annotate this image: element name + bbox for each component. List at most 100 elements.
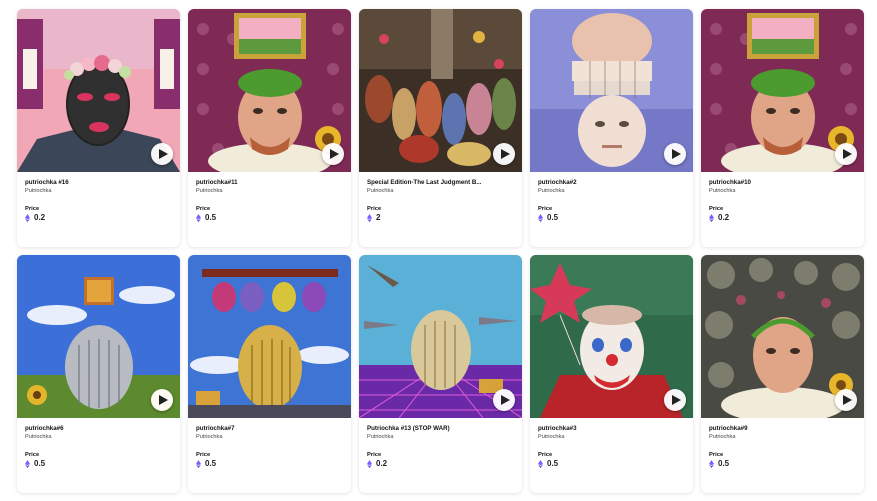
eth-icon (709, 460, 714, 468)
nft-title[interactable]: putriochka#3 (538, 425, 668, 433)
price-label: Price (25, 206, 40, 212)
nft-title[interactable]: putriochka#6 (25, 425, 155, 433)
price-row: 0.2 (367, 459, 514, 469)
nft-artwork[interactable] (359, 9, 522, 172)
play-icon (843, 395, 852, 405)
price-row: 0.5 (196, 459, 343, 469)
nft-artwork[interactable] (188, 9, 351, 172)
eth-icon (367, 214, 372, 222)
price-row: 0.5 (196, 213, 343, 223)
play-icon (672, 149, 681, 159)
nft-title[interactable]: putriochka#10 (709, 179, 839, 187)
nft-creator[interactable]: Putriochka (538, 433, 685, 441)
eth-icon (25, 214, 30, 222)
nft-artwork[interactable] (17, 255, 180, 418)
nft-card[interactable]: putriochka#6 Putriochka Price 0.5 (17, 255, 180, 493)
eth-icon (709, 214, 714, 222)
price-value: 0.5 (205, 213, 217, 222)
play-icon (843, 149, 852, 159)
nft-title[interactable]: Special Edition-The Last Judgment B... (367, 179, 497, 187)
nft-card[interactable]: putriochka#10 Putriochka Price 0.2 (701, 9, 864, 247)
price-label: Price (196, 452, 211, 458)
price-row: 0.5 (538, 459, 685, 469)
nft-artwork[interactable] (188, 255, 351, 418)
nft-creator[interactable]: Putriochka (709, 187, 856, 195)
nft-artwork[interactable] (530, 255, 693, 418)
play-button[interactable] (493, 389, 515, 411)
price-label: Price (196, 206, 211, 212)
nft-card[interactable]: putriochka#7 Putriochka Price 0.5 (188, 255, 351, 493)
play-icon (159, 395, 168, 405)
price-label: Price (709, 452, 724, 458)
eth-icon (196, 460, 201, 468)
eth-icon (367, 460, 372, 468)
eth-icon (538, 214, 543, 222)
nft-title[interactable]: putriochka #16 (25, 179, 155, 187)
nft-title[interactable]: Putriochka #13 (STOP WAR) (367, 425, 497, 433)
nft-creator[interactable]: Putriochka (367, 433, 514, 441)
play-button[interactable] (493, 143, 515, 165)
play-icon (159, 149, 168, 159)
price-value: 0.5 (547, 459, 559, 468)
nft-card[interactable]: putriochka #16 Putriochka Price 0.2 (17, 9, 180, 247)
price-value: 0.5 (34, 459, 46, 468)
price-value: 0.5 (205, 459, 217, 468)
price-row: 0.5 (709, 459, 856, 469)
nft-title[interactable]: putriochka#9 (709, 425, 839, 433)
nft-creator[interactable]: Putriochka (367, 187, 514, 195)
nft-creator[interactable]: Putriochka (25, 433, 172, 441)
play-button[interactable] (835, 143, 857, 165)
price-value: 0.5 (718, 459, 730, 468)
price-value: 0.2 (34, 213, 46, 222)
nft-card[interactable]: putriochka#2 Putriochka Price 0.5 (530, 9, 693, 247)
nft-card[interactable]: putriochka#3 Putriochka Price 0.5 (530, 255, 693, 493)
nft-creator[interactable]: Putriochka (196, 187, 343, 195)
play-button[interactable] (151, 389, 173, 411)
price-label: Price (709, 206, 724, 212)
play-button[interactable] (664, 389, 686, 411)
nft-card[interactable]: putriochka#11 Putriochka Price 0.5 (188, 9, 351, 247)
nft-title[interactable]: putriochka#2 (538, 179, 668, 187)
nft-card[interactable]: putriochka#9 Putriochka Price 0.5 (701, 255, 864, 493)
nft-creator[interactable]: Putriochka (196, 433, 343, 441)
eth-icon (538, 460, 543, 468)
price-label: Price (367, 452, 382, 458)
price-value: 0.5 (547, 213, 559, 222)
nft-title[interactable]: putriochka#7 (196, 425, 326, 433)
play-icon (672, 395, 681, 405)
price-row: 0.5 (25, 459, 172, 469)
price-value: 0.2 (718, 213, 730, 222)
price-value: 2 (376, 213, 381, 222)
price-label: Price (538, 206, 553, 212)
price-label: Price (367, 206, 382, 212)
price-label: Price (25, 452, 40, 458)
play-button[interactable] (664, 143, 686, 165)
play-icon (501, 395, 510, 405)
nft-creator[interactable]: Putriochka (538, 187, 685, 195)
play-button[interactable] (151, 143, 173, 165)
nft-title[interactable]: putriochka#11 (196, 179, 326, 187)
price-row: 2 (367, 213, 514, 223)
price-label: Price (538, 452, 553, 458)
eth-icon (25, 460, 30, 468)
nft-grid: putriochka #16 Putriochka Price 0.2 putr… (17, 9, 864, 493)
price-row: 0.2 (709, 213, 856, 223)
eth-icon (196, 214, 201, 222)
price-row: 0.2 (25, 213, 172, 223)
play-button[interactable] (322, 143, 344, 165)
nft-artwork[interactable] (701, 255, 864, 418)
nft-creator[interactable]: Putriochka (25, 187, 172, 195)
price-row: 0.5 (538, 213, 685, 223)
artwork-gold-head (188, 255, 351, 418)
nft-artwork[interactable] (530, 9, 693, 172)
nft-artwork[interactable] (359, 255, 522, 418)
nft-artwork[interactable] (17, 9, 180, 172)
play-button[interactable] (835, 389, 857, 411)
nft-artwork[interactable] (701, 9, 864, 172)
play-icon (501, 149, 510, 159)
nft-card[interactable]: Special Edition-The Last Judgment B... P… (359, 9, 522, 247)
nft-creator[interactable]: Putriochka (709, 433, 856, 441)
play-icon (330, 149, 339, 159)
nft-card[interactable]: Putriochka #13 (STOP WAR) Putriochka Pri… (359, 255, 522, 493)
price-value: 0.2 (376, 459, 388, 468)
